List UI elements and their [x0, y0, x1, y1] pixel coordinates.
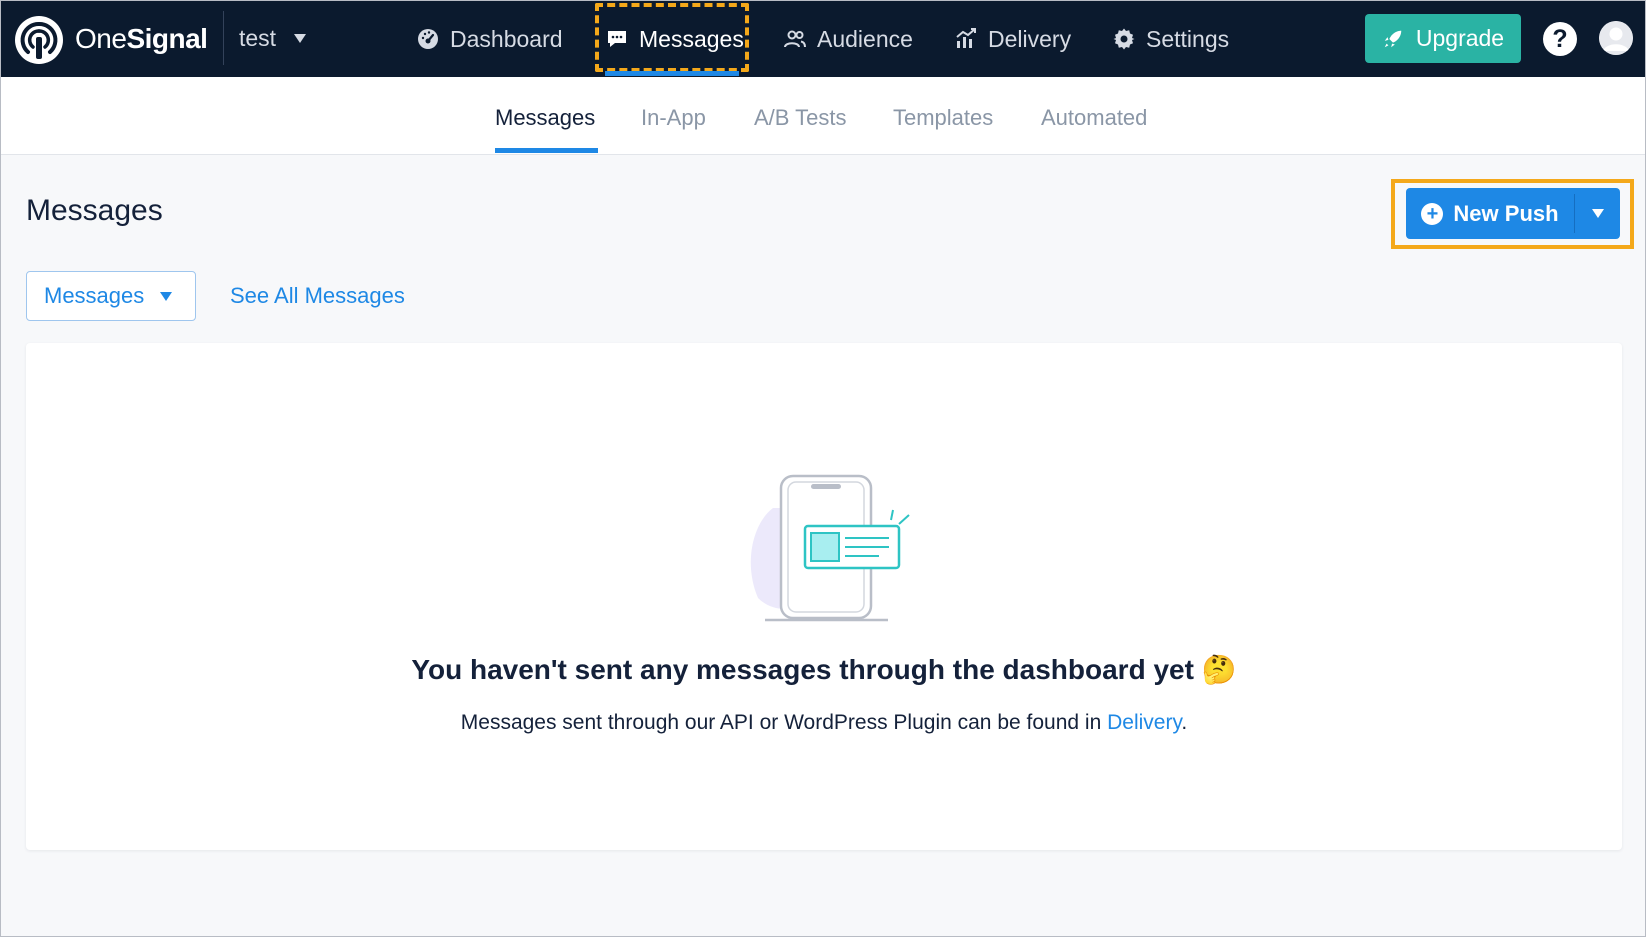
tab-messages[interactable]: Messages: [495, 105, 595, 131]
users-icon: [784, 30, 806, 48]
nav-item-settings[interactable]: Settings: [1112, 23, 1229, 55]
nav-item-label: Dashboard: [450, 25, 563, 52]
empty-state-subtitle-text: Messages sent through our API or WordPre…: [460, 711, 1108, 734]
upgrade-button[interactable]: Upgrade: [1365, 14, 1521, 63]
focus-highlight: [595, 3, 749, 72]
active-nav-indicator: [605, 71, 739, 76]
empty-state-card: You haven't sent any messages through th…: [26, 343, 1622, 850]
upgrade-label: Upgrade: [1415, 25, 1505, 51]
active-tab-indicator: [495, 148, 598, 153]
empty-state-title: You haven't sent any messages through th…: [26, 653, 1622, 686]
gear-icon: [1113, 28, 1135, 50]
tab-in-app[interactable]: In-App: [641, 105, 706, 131]
message-type-select[interactable]: Messages: [26, 271, 196, 321]
message-type-value: Messages: [44, 283, 145, 308]
tab-automated[interactable]: Automated: [1041, 105, 1147, 131]
empty-state-title-text: You haven't sent any messages through th…: [411, 654, 1194, 685]
caret-down-icon: [294, 34, 307, 43]
brand-name: OneSignal: [75, 23, 208, 54]
app-window: OneSignal test Dashboard Messages Audien…: [0, 0, 1646, 937]
nav-item-label: Delivery: [988, 25, 1072, 52]
nav-item-dashboard[interactable]: Dashboard: [416, 23, 563, 55]
see-all-messages-link[interactable]: See All Messages: [230, 283, 405, 309]
thinking-face-icon: 🤔: [1201, 654, 1237, 685]
delivery-link[interactable]: Delivery: [1107, 711, 1181, 734]
empty-state-subtitle: Messages sent through our API or WordPre…: [26, 711, 1622, 735]
caret-down-icon: [1591, 209, 1604, 218]
rocket-icon: [1384, 30, 1402, 47]
plus-circle-icon: +: [1421, 202, 1444, 225]
empty-state-subtitle-end: .: [1181, 711, 1188, 734]
messages-subnav: Messages In-App A/B Tests Templates Auto…: [1, 77, 1645, 155]
caret-down-icon: [160, 291, 173, 301]
nav-item-delivery[interactable]: Delivery: [954, 23, 1071, 55]
new-push-button-group: + New Push: [1406, 188, 1620, 239]
chart-icon: [956, 28, 976, 48]
onesignal-logo-icon[interactable]: [14, 15, 64, 65]
button-divider: [1574, 194, 1575, 233]
new-push-dropdown-button[interactable]: [1575, 188, 1620, 239]
avatar[interactable]: [1599, 21, 1633, 55]
help-icon[interactable]: ?: [1543, 22, 1577, 56]
phone-notification-illustration: [750, 474, 910, 622]
app-selector[interactable]: test: [239, 25, 307, 52]
page-title: Messages: [26, 194, 163, 227]
new-push-button[interactable]: + New Push: [1406, 188, 1574, 239]
tab-templates[interactable]: Templates: [893, 105, 993, 131]
gauge-icon: [418, 29, 438, 49]
app-selector-value: test: [239, 25, 277, 51]
top-navbar: OneSignal test Dashboard Messages Audien…: [1, 1, 1645, 77]
navbar-divider: [223, 11, 224, 65]
new-push-label: New Push: [1453, 200, 1559, 226]
nav-item-audience[interactable]: Audience: [783, 23, 913, 55]
nav-item-label: Settings: [1146, 25, 1230, 52]
nav-item-label: Audience: [817, 25, 913, 52]
tab-ab-tests[interactable]: A/B Tests: [754, 105, 847, 131]
user-icon: [1599, 21, 1633, 55]
